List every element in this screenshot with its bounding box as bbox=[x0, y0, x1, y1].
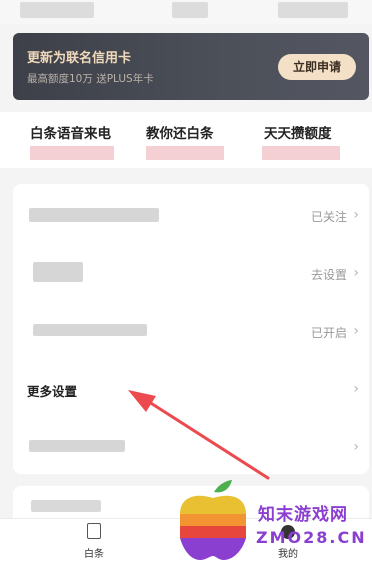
apple-logo-icon bbox=[180, 480, 246, 560]
watermark-name: 知末游戏网 bbox=[258, 505, 348, 525]
watermark-url: ZMO28.CN bbox=[256, 528, 367, 547]
watermark: 知末游戏网 ZMO28.CN bbox=[168, 474, 372, 562]
